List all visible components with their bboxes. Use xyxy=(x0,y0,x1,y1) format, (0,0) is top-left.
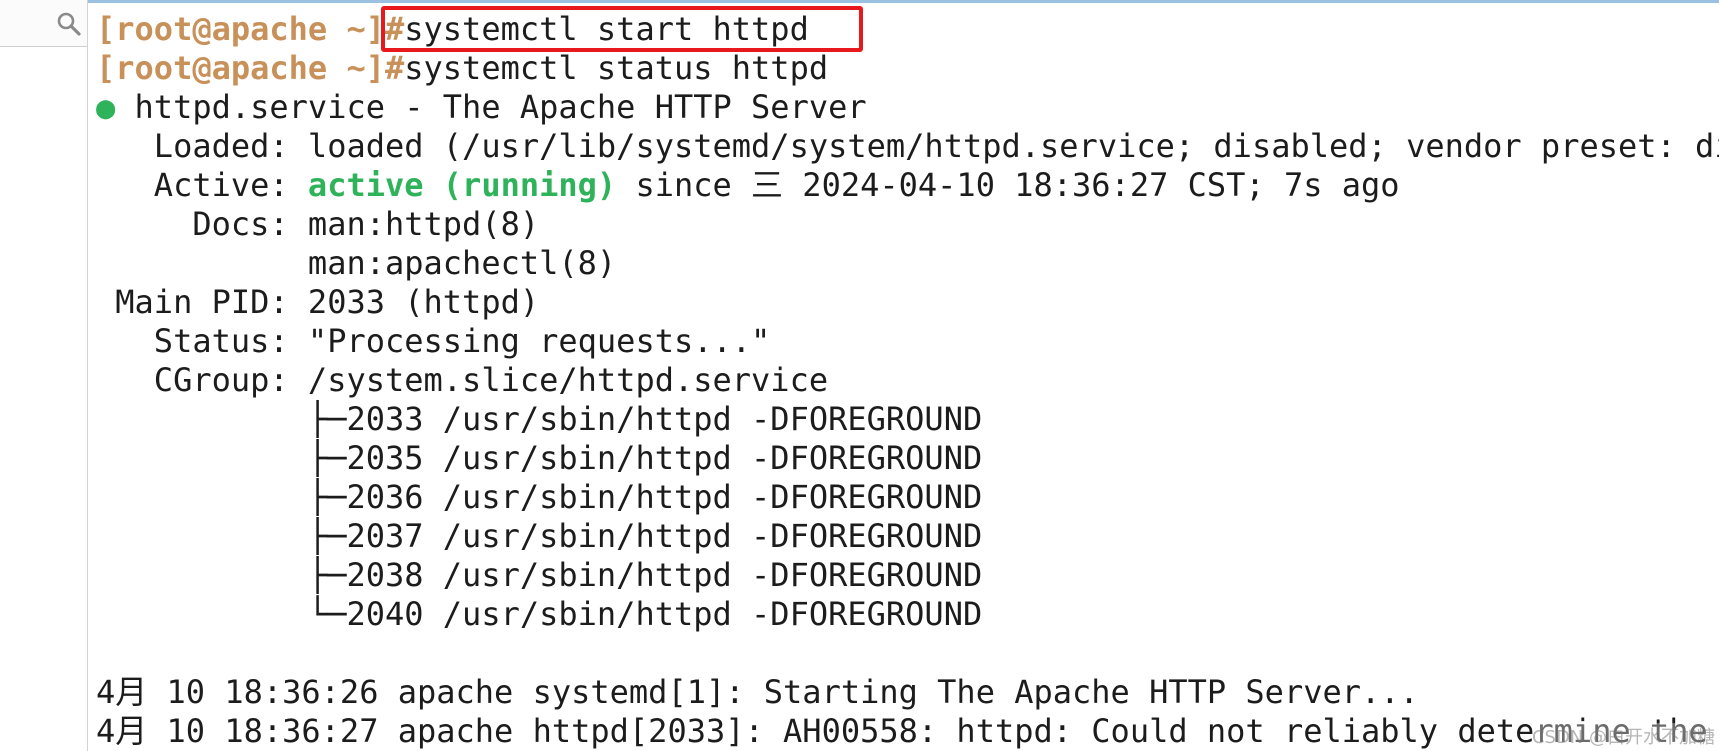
search-icon[interactable] xyxy=(56,11,82,37)
active-since: since 三 2024-04-10 18:36:27 CST; 7s ago xyxy=(616,166,1400,204)
log-line: 4月 10 18:36:27 apache httpd[2033]: AH005… xyxy=(96,712,1719,750)
process-line: ├─2037 /usr/sbin/httpd -DFOREGROUND xyxy=(96,517,983,555)
process-line: ├─2038 /usr/sbin/httpd -DFOREGROUND xyxy=(96,556,983,594)
process-line: ├─2035 /usr/sbin/httpd -DFOREGROUND xyxy=(96,439,983,477)
process-line: ├─2033 /usr/sbin/httpd -DFOREGROUND xyxy=(96,400,983,438)
shell-prompt: [root@apache ~] xyxy=(96,49,385,87)
process-line: ├─2036 /usr/sbin/httpd -DFOREGROUND xyxy=(96,478,983,516)
shell-prompt: [root@apache ~] xyxy=(96,10,385,48)
main-pid-line: Main PID: 2033 (httpd) xyxy=(96,283,540,321)
active-label: Active: xyxy=(96,166,308,204)
command-highlight-box xyxy=(381,6,863,52)
process-line: └─2040 /usr/sbin/httpd -DFOREGROUND xyxy=(96,595,983,633)
docs-line: Docs: man:httpd(8) xyxy=(96,205,540,243)
watermark: CSDN @白开水不加糖 xyxy=(1531,723,1715,749)
loaded-line: Loaded: loaded (/usr/lib/systemd/system/… xyxy=(96,127,1719,165)
docs-line-2: man:apachectl(8) xyxy=(96,244,617,282)
cgroup-line: CGroup: /system.slice/httpd.service xyxy=(96,361,829,399)
prompt-hash: # xyxy=(384,49,405,87)
service-title: httpd.service - The Apache HTTP Server xyxy=(115,88,867,126)
active-state: active (running) xyxy=(307,166,617,204)
log-line: 4月 10 18:36:26 apache systemd[1]: Starti… xyxy=(96,673,1419,711)
command-line-start: [root@apache ~]#systemctl start httpd xyxy=(96,10,1719,49)
command-line-status: [root@apache ~]#systemctl status httpd xyxy=(96,49,1719,88)
service-header-line: ● httpd.service - The Apache HTTP Server xyxy=(96,88,1719,127)
left-panel xyxy=(0,0,88,751)
command-text: systemctl status httpd xyxy=(404,49,829,87)
active-line: Active: active (running) since 三 2024-04… xyxy=(96,166,1719,205)
status-line: Status: "Processing requests..." xyxy=(96,322,771,360)
terminal-output[interactable]: [root@apache ~]#systemctl start httpd [r… xyxy=(96,10,1719,751)
window-top-border xyxy=(88,0,1719,3)
search-bar[interactable] xyxy=(0,0,87,47)
status-dot-icon: ● xyxy=(96,88,116,126)
